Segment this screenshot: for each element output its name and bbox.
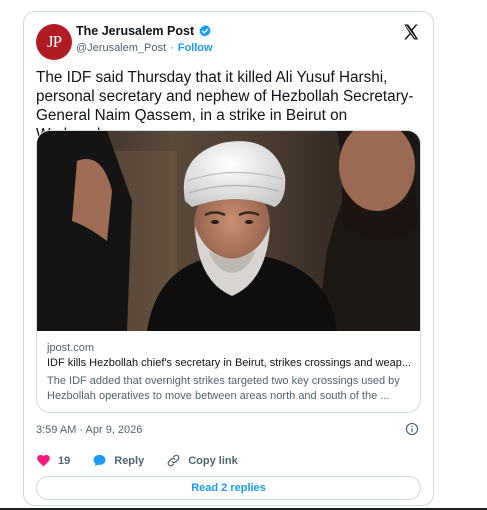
link-domain: jpost.com bbox=[47, 342, 95, 354]
tweet-actions: 19 Reply Copy link bbox=[36, 453, 260, 468]
info-icon[interactable] bbox=[405, 422, 419, 436]
reply-label: Reply bbox=[114, 454, 145, 467]
link-description: The IDF added that overnight strikes tar… bbox=[47, 375, 400, 402]
account-name-row: The Jerusalem Post bbox=[76, 24, 212, 38]
link-preview-text[interactable]: jpost.com IDF kills Hezbollah chief's se… bbox=[37, 331, 420, 412]
embedded-tweet-card[interactable]: JP The Jerusalem Post @Jerusalem_Post · … bbox=[23, 11, 434, 506]
link-title: IDF kills Hezbollah chief's secretary in… bbox=[47, 357, 412, 369]
tweet-timestamp[interactable]: 3:59 AM · Apr 9, 2026 bbox=[36, 424, 142, 436]
like-button[interactable]: 19 bbox=[36, 453, 70, 468]
article-photo[interactable] bbox=[37, 131, 421, 331]
reply-bubble-icon bbox=[93, 454, 106, 467]
avatar[interactable]: JP bbox=[36, 24, 72, 60]
account-name[interactable]: The Jerusalem Post bbox=[76, 24, 194, 38]
x-logo-icon[interactable] bbox=[402, 23, 420, 41]
verified-badge-icon bbox=[199, 24, 211, 37]
heart-icon bbox=[37, 454, 50, 467]
handle-row: @Jerusalem_Post · Follow bbox=[76, 42, 213, 54]
follow-button[interactable]: Follow bbox=[178, 42, 213, 54]
copy-link-button[interactable]: Copy link bbox=[166, 453, 238, 468]
link-icon bbox=[167, 454, 180, 467]
separator-dot: · bbox=[170, 42, 174, 54]
link-card[interactable]: jpost.com IDF kills Hezbollah chief's se… bbox=[36, 130, 421, 413]
read-replies-button[interactable]: Read 2 replies bbox=[36, 476, 421, 500]
copy-link-label: Copy link bbox=[188, 454, 238, 467]
reply-button[interactable]: Reply bbox=[92, 453, 144, 468]
like-count: 19 bbox=[58, 454, 71, 467]
account-handle[interactable]: @Jerusalem_Post bbox=[76, 42, 166, 54]
